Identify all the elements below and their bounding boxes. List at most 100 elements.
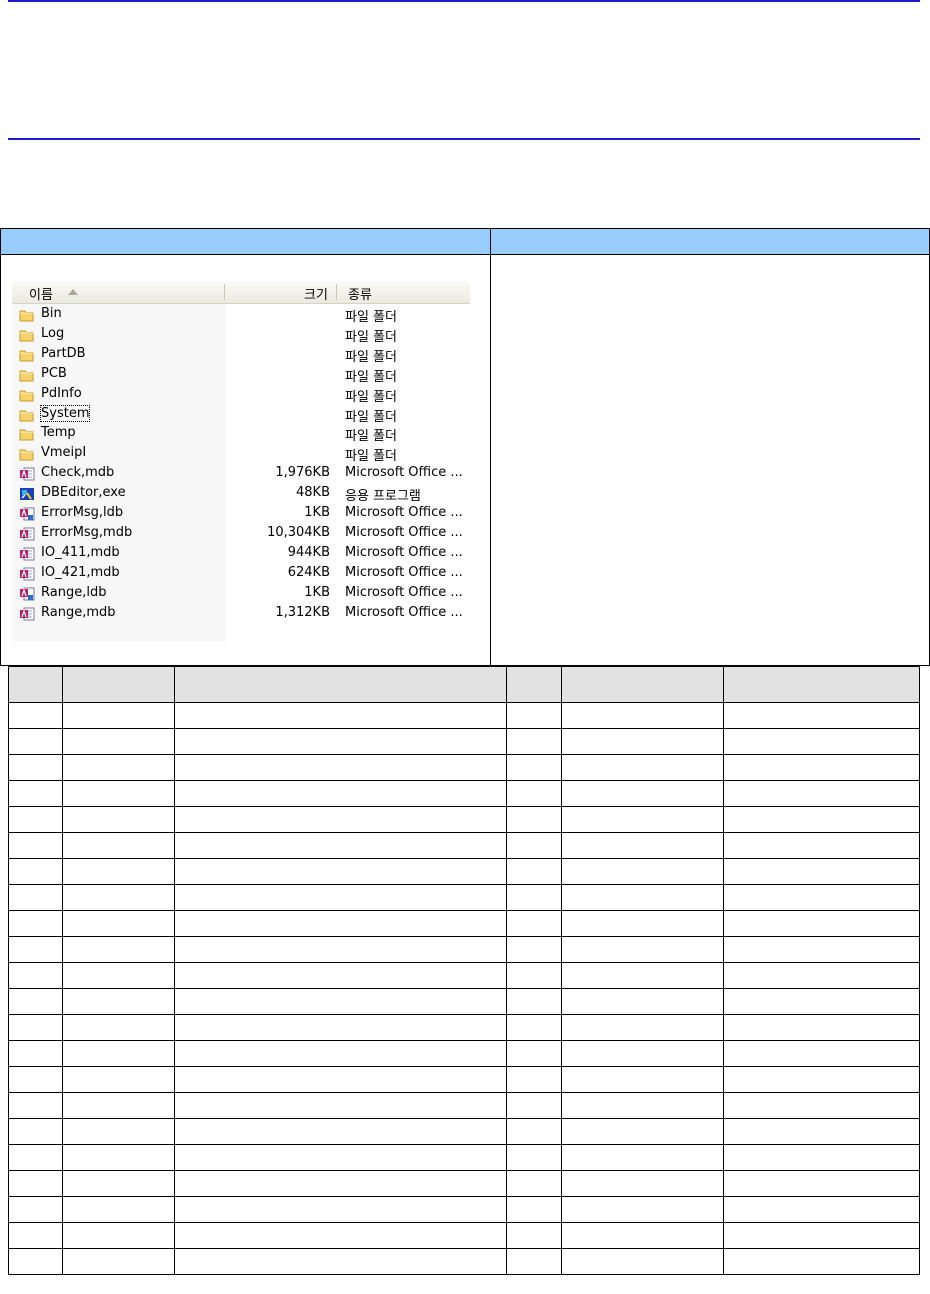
table-cell (174, 728, 507, 755)
file-row[interactable]: Check,mdb 1,976KB Microsoft Office ... (12, 464, 470, 484)
table-cell (506, 1222, 562, 1249)
file-row[interactable]: DBEditor,exe 48KB 응용 프로그램 (12, 484, 470, 504)
file-type: Microsoft Office ... (345, 544, 463, 560)
folder-icon (19, 427, 35, 441)
header-cell (561, 666, 724, 703)
table-cell (723, 1144, 920, 1171)
table-cell (174, 936, 507, 963)
file-row[interactable]: Bin 파일 폴더 (12, 305, 470, 325)
table-cell (723, 1196, 920, 1223)
table-cell (506, 1196, 562, 1223)
table-row (8, 988, 920, 1015)
table-cell (506, 936, 562, 963)
table-cell (8, 1118, 63, 1145)
header-cell (723, 666, 920, 703)
access-db-icon (19, 547, 35, 561)
table-cell (62, 910, 175, 937)
table-cell (174, 1092, 507, 1119)
file-row[interactable]: Range,mdb 1,312KB Microsoft Office ... (12, 604, 470, 624)
table-cell (8, 1170, 63, 1197)
file-row[interactable]: PartDB 파일 폴더 (12, 345, 470, 365)
header-cell (62, 666, 175, 703)
file-row[interactable]: PCB 파일 폴더 (12, 365, 470, 385)
table-cell (174, 702, 507, 729)
file-type: 파일 폴더 (345, 369, 397, 385)
table-cell (561, 1222, 724, 1249)
table-cell (62, 728, 175, 755)
table-cell (174, 1066, 507, 1093)
table-cell (506, 1248, 562, 1275)
file-name: IO_411,mdb (41, 544, 120, 560)
table-cell (723, 962, 920, 989)
folder-icon (19, 447, 35, 461)
table-cell (62, 884, 175, 911)
table-cell (8, 1144, 63, 1171)
table-cell (723, 702, 920, 729)
column-header-size[interactable]: 크기 (304, 284, 328, 303)
header-separator[interactable] (336, 284, 337, 300)
column-header-name[interactable]: 이름 (29, 284, 53, 303)
table-cell (561, 780, 724, 807)
left-header-cell (1, 229, 490, 255)
table-row (8, 1066, 920, 1093)
table-row (8, 910, 920, 937)
file-size: 1KB (304, 584, 330, 600)
file-row[interactable]: ErrorMsg,ldb 1KB Microsoft Office ... (12, 504, 470, 524)
table-cell (62, 1014, 175, 1041)
file-row[interactable]: VmeipI 파일 폴더 (12, 444, 470, 464)
access-lock-icon (19, 587, 35, 601)
table-cell (561, 1248, 724, 1275)
file-name: ErrorMsg,mdb (41, 524, 133, 540)
header-cell (8, 666, 63, 703)
header-cell (506, 666, 562, 703)
table-cell (506, 1014, 562, 1041)
file-type: Microsoft Office ... (345, 465, 463, 481)
table-cell (174, 1144, 507, 1171)
table-cell (506, 858, 562, 885)
table-cell (62, 1144, 175, 1171)
header-separator[interactable] (224, 284, 225, 300)
table-cell (8, 1040, 63, 1067)
table-cell (8, 728, 63, 755)
access-db-icon (19, 607, 35, 621)
file-type: 응용 프로그램 (345, 489, 421, 505)
table-cell (8, 832, 63, 859)
table-cell (8, 780, 63, 807)
table-cell (506, 1092, 562, 1119)
table-row (8, 754, 920, 781)
table-cell (8, 936, 63, 963)
file-row[interactable]: ErrorMsg,mdb 10,304KB Microsoft Office ... (12, 524, 470, 544)
table-cell (561, 806, 724, 833)
table-cell (62, 936, 175, 963)
file-type: Microsoft Office ... (345, 604, 463, 620)
file-row[interactable]: Range,ldb 1KB Microsoft Office ... (12, 584, 470, 604)
table-cell (62, 858, 175, 885)
file-type: Microsoft Office ... (345, 524, 463, 540)
file-row[interactable]: IO_421,mdb 624KB Microsoft Office ... (12, 564, 470, 584)
table-cell (506, 884, 562, 911)
file-row[interactable]: PdInfo 파일 폴더 (12, 385, 470, 405)
file-row[interactable]: Temp 파일 폴더 (12, 424, 470, 444)
second-rule (8, 138, 920, 140)
table-cell (174, 910, 507, 937)
table-cell (174, 806, 507, 833)
table-cell (8, 1066, 63, 1093)
file-row[interactable]: System 파일 폴더 (12, 404, 470, 425)
table-cell (174, 962, 507, 989)
table-cell (8, 806, 63, 833)
table-cell (62, 1248, 175, 1275)
table-row (8, 1144, 920, 1171)
table-cell (506, 780, 562, 807)
table-cell (62, 806, 175, 833)
table-cell (506, 1170, 562, 1197)
table-cell (62, 754, 175, 781)
column-header-type[interactable]: 종류 (348, 284, 372, 303)
panel-divider (490, 229, 491, 665)
file-row[interactable]: IO_411,mdb 944KB Microsoft Office ... (12, 544, 470, 564)
access-db-icon (19, 467, 35, 481)
table-row (8, 832, 920, 859)
table-cell (62, 1196, 175, 1223)
table-cell (62, 1092, 175, 1119)
table-cell (723, 1092, 920, 1119)
file-row[interactable]: Log 파일 폴더 (12, 325, 470, 345)
